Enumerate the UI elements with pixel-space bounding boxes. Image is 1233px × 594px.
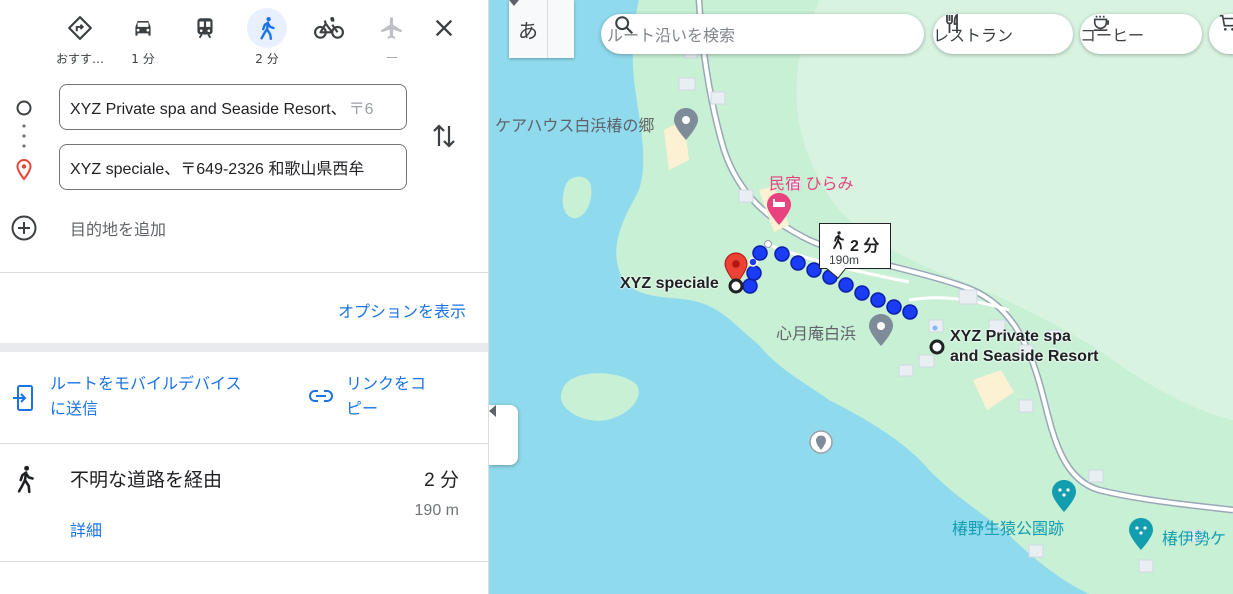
caret-down-icon [509,0,519,6]
route-callout[interactable]: 2 分 190m [819,223,891,279]
divider [0,272,488,273]
directions-panel: おすす… 1 分 2 分 — XYZ Private spa and Seasi… [0,0,489,594]
mode-driving[interactable]: 1 分 [112,8,174,68]
swap-button[interactable] [430,120,458,152]
place-label-carehouse[interactable]: ケアハウス白浜椿の郷 [495,112,654,136]
origin-map-label[interactable]: XYZ Private spa and Seaside Resort [950,327,1099,367]
mode-cycling[interactable] [298,8,360,68]
car-icon [123,8,163,48]
destination-value: XYZ speciale、〒649-2326 和歌山県西牟 [70,161,365,178]
origin-map-label-line2: and Seaside Resort [950,348,1099,365]
airplane-icon [372,8,412,48]
origin-input[interactable]: XYZ Private spa and Seaside Resort、 〒6 [59,84,407,130]
callout-tail [826,268,846,279]
mode-best-label: おすす… [55,52,104,66]
chip-restaurants[interactable]: レストラン [933,14,1073,54]
restaurant-icon [946,14,958,33]
collapse-panel-button[interactable] [489,405,518,465]
chip-coffee[interactable]: コーヒー [1080,14,1202,54]
input-method-toggle[interactable]: あ [509,0,574,58]
place-label-park[interactable]: 椿野生猿公園跡 [952,515,1064,539]
cart-icon [1219,14,1233,31]
route-title: 不明な道路を経由 [70,470,223,491]
map-view[interactable]: ケアハウス白浜椿の郷 民宿 ひらみ 心月庵白浜 椿野生猿公園跡 椿伊勢ケ XYZ… [489,0,1233,594]
route-distance: 190 m [414,502,459,519]
link-icon [308,386,334,410]
mode-walking-label: 2 分 [255,52,279,66]
send-to-mobile-icon [12,384,36,416]
origin-value: XYZ Private spa and Seaside Resort、 [70,101,347,118]
coffee-icon [1093,15,1110,32]
add-destination-button[interactable] [10,214,38,242]
divider [0,561,488,562]
mode-flight-label: — [386,50,398,64]
add-circle-icon [11,215,37,241]
mode-walking[interactable]: 2 分 [236,8,298,68]
place-label-tsubaki[interactable]: 椿伊勢ケ [1162,525,1226,549]
send-to-mobile-line1: ルートをモバイルデバイス [50,376,242,393]
show-options-link[interactable]: オプションを表示 [338,298,466,322]
mode-driving-label: 1 分 [131,52,155,66]
mode-flight[interactable]: — [361,8,423,68]
route-duration: 2 分 [424,470,459,491]
swap-arrows-icon [433,124,455,148]
route-search-box[interactable]: ルート沿いを検索 [601,14,924,54]
destination-marker [728,278,744,294]
train-icon [185,8,225,48]
divider [0,443,488,444]
bicycle-icon [309,8,349,48]
destination-map-label[interactable]: XYZ speciale [620,275,719,293]
mode-best[interactable]: おすす… [49,8,111,68]
section-divider [0,343,488,352]
origin-hint: 〒6 [348,101,374,118]
copy-link-line1: リンクをコ [346,376,427,393]
walking-route-icon [12,464,38,498]
close-icon [435,19,453,37]
map-canvas [489,0,1233,594]
walking-icon [833,231,844,250]
mode-transit[interactable] [174,8,236,68]
copy-link-line2: ピー [346,401,379,418]
route-waypoints-icon [16,100,32,181]
add-destination-label[interactable]: 目的地を追加 [70,216,166,240]
location-marker-icon [809,430,833,454]
copy-link-button[interactable]: リンクをコ ピー [346,372,426,422]
send-to-mobile-line2: に送信 [50,401,99,418]
ime-dropdown[interactable] [509,0,574,58]
ime-label: あ [518,18,538,43]
origin-map-label-line1: XYZ Private spa [950,328,1071,345]
chip-coffee-label: コーヒー [1080,28,1145,45]
send-to-mobile-link[interactable]: ルートをモバイルデバイス に送信 [50,372,242,422]
caret-left-icon [489,405,496,417]
place-label-shingetsuan[interactable]: 心月庵白浜 [776,320,856,344]
destination-input[interactable]: XYZ speciale、〒649-2326 和歌山県西牟 [59,144,407,190]
search-icon [615,16,634,35]
origin-marker [929,339,945,355]
place-label-minshuku[interactable]: 民宿 ひらみ [769,170,853,194]
close-directions-button[interactable] [426,10,462,46]
route-details-link[interactable]: 詳細 [70,517,102,541]
best-route-icon [60,8,100,48]
callout-distance: 190m [829,253,860,267]
travel-mode-bar: おすす… 1 分 2 分 — [0,0,488,72]
walking-icon [247,8,287,48]
